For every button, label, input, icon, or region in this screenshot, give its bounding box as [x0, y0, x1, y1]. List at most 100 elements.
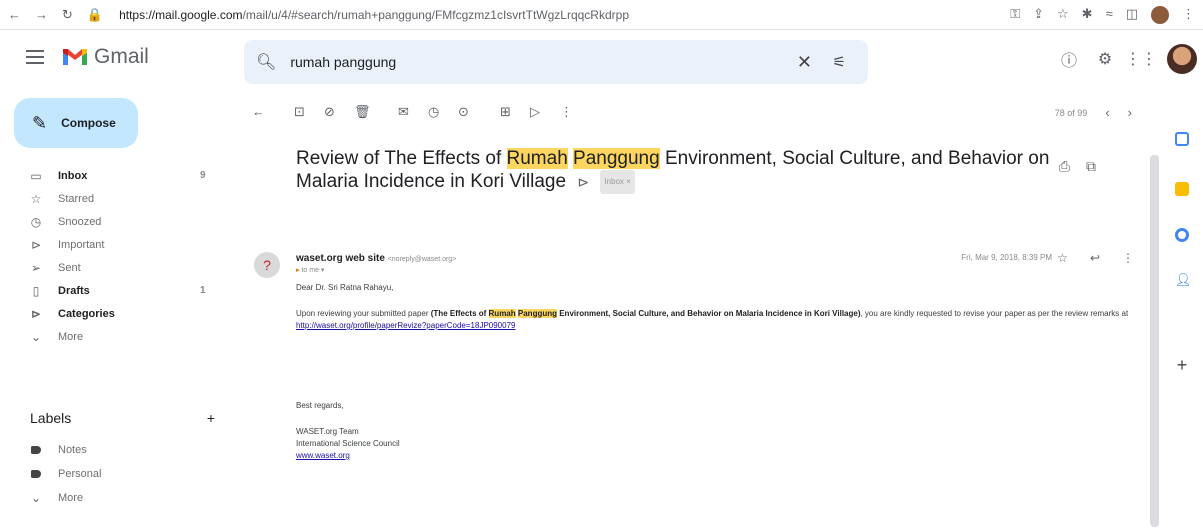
label-icon[interactable]: ▷	[530, 104, 540, 120]
older-icon[interactable]: ›	[1128, 105, 1132, 120]
apps-grid-icon[interactable]: ⋮⋮	[1123, 49, 1159, 69]
search-bar[interactable]: 🔍︎ rumah panggung ✕ ⚟	[244, 40, 868, 84]
extension-icon[interactable]: ✱	[1082, 6, 1093, 24]
labels-heading: Labels	[30, 410, 72, 426]
sender-email: <noreply@waset.org>	[387, 256, 457, 263]
recipient-line[interactable]: ▸ to me ▾	[296, 266, 324, 274]
settings-gear-icon[interactable]: ⚙	[1087, 49, 1123, 69]
calendar-icon[interactable]	[1175, 132, 1189, 146]
label-tag-icon	[31, 470, 41, 478]
extensions-bar: ⚿ ⇪ ☆ ✱ ≈ ◫ ⋮	[1010, 6, 1195, 24]
lock-icon[interactable]: 🔒	[87, 7, 103, 23]
revision-link[interactable]: http://waset.org/profile/paperRevize?pap…	[296, 321, 515, 330]
side-panel: 👤︎ +	[1162, 92, 1203, 532]
inbox-icon: ▭	[30, 168, 42, 183]
gmail-m-icon	[63, 49, 87, 65]
message-actions: ☆ ↩ ⋮	[1057, 251, 1134, 265]
print-icon[interactable]: ⎙	[1059, 158, 1070, 175]
header-actions: ⓘ ⚙ ⋮⋮	[1051, 44, 1203, 74]
labels-header: Labels +	[30, 410, 215, 426]
send-icon: ➢	[30, 260, 42, 275]
sidebar-item-drafts[interactable]: ▯ Drafts 1	[0, 279, 232, 302]
browser-profile-avatar[interactable]	[1151, 6, 1169, 24]
bookmark-star-icon[interactable]: ☆	[1057, 6, 1069, 24]
forward-icon[interactable]: →	[35, 7, 48, 23]
email-body: Dear Dr. Sri Ratna Rahayu, Upon reviewin…	[296, 282, 1156, 472]
star-message-icon[interactable]: ☆	[1057, 251, 1068, 265]
add-task-icon[interactable]: ⊙	[458, 104, 469, 120]
star-icon: ☆	[30, 191, 42, 206]
tasks-icon[interactable]	[1175, 228, 1189, 242]
sidebar-item-categories[interactable]: ⊳ Categories	[0, 302, 232, 325]
closing: Best regards,	[296, 401, 344, 410]
contacts-icon[interactable]: 👤︎	[1175, 272, 1192, 287]
search-highlight: Panggung	[573, 148, 660, 169]
search-highlight: Rumah	[506, 148, 568, 169]
body-paragraph: Upon reviewing your submitted paper (The…	[296, 309, 1129, 330]
search-input[interactable]: rumah panggung	[290, 54, 396, 70]
email-date: Fri, Mar 9, 2018, 8:39 PM	[961, 253, 1052, 262]
tab-split-icon[interactable]: ◫	[1126, 6, 1138, 24]
gmail-logo[interactable]: Gmail	[62, 45, 149, 69]
compose-label: Compose	[61, 116, 116, 130]
pencil-icon: ✎	[32, 112, 48, 133]
search-options-icon[interactable]: ⚟	[833, 53, 846, 71]
share-icon[interactable]: ⇪	[1033, 6, 1044, 24]
inbox-label-chip[interactable]: Inbox ×	[600, 170, 635, 194]
back-icon[interactable]: ←	[8, 7, 21, 23]
sidebar-item-inbox[interactable]: ▭ Inbox 9	[0, 164, 232, 187]
sender-line: waset.org web site <noreply@waset.org>	[296, 253, 456, 264]
key-icon[interactable]: ⚿	[1010, 6, 1020, 24]
sidebar-item-snoozed[interactable]: ◷ Snoozed	[0, 210, 232, 233]
open-new-window-icon[interactable]: ⧉	[1086, 158, 1096, 175]
account-avatar[interactable]	[1167, 44, 1197, 74]
more-options-icon[interactable]: ⋮	[560, 104, 573, 120]
important-marker-icon[interactable]: ⊳	[577, 174, 589, 190]
add-addon-icon[interactable]: +	[1175, 356, 1189, 374]
reading-list-icon[interactable]: ≈	[1106, 6, 1113, 24]
report-spam-icon[interactable]: ⊘	[324, 104, 335, 120]
archive-icon[interactable]: ⊡	[294, 104, 305, 120]
sidebar-item-starred[interactable]: ☆ Starred	[0, 187, 232, 210]
snooze-icon[interactable]: ◷	[428, 104, 439, 120]
chevron-down-icon: ⌄	[30, 491, 42, 505]
address-bar[interactable]: https://mail.google.com/mail/u/4/#search…	[119, 8, 959, 22]
search-icon[interactable]: 🔍︎	[256, 52, 276, 72]
label-item-more[interactable]: ⌄ More	[0, 486, 232, 510]
add-label-icon[interactable]: +	[207, 410, 215, 426]
clock-icon: ◷	[30, 214, 42, 229]
sidebar-item-sent[interactable]: ➢ Sent	[0, 256, 232, 279]
label-item-personal[interactable]: Personal	[0, 462, 232, 486]
main-menu-icon[interactable]	[26, 50, 44, 64]
gmail-header: Gmail 🔍︎ rumah panggung ✕ ⚟ ⓘ ⚙ ⋮⋮	[0, 30, 1203, 92]
compose-button[interactable]: ✎ Compose	[14, 98, 138, 148]
sidebar-item-important[interactable]: ⊳ Important	[0, 233, 232, 256]
pagination: 78 of 99 ‹ ›	[1055, 105, 1132, 120]
browser-menu-icon[interactable]: ⋮	[1182, 6, 1195, 24]
sidebar: ✎ Compose ▭ Inbox 9 ☆ Starred ◷ Snoozed …	[0, 92, 232, 532]
move-to-icon[interactable]: ⊞	[500, 104, 511, 120]
label-item-notes[interactable]: Notes	[0, 438, 232, 462]
keep-icon[interactable]	[1175, 182, 1189, 196]
labels-list: Notes Personal ⌄ More	[0, 438, 232, 510]
sidebar-item-more[interactable]: ⌄ More	[0, 325, 232, 348]
clear-search-icon[interactable]: ✕	[797, 52, 812, 73]
mark-unread-icon[interactable]: ✉	[398, 104, 409, 120]
message-toolbar: ← ⊡ ⊘ 🗑︎ ✉ ◷ ⊙ ⊞ ▷ ⋮ 78 of 99 ‹ ›	[232, 100, 1162, 126]
website-link[interactable]: www.waset.org	[296, 451, 350, 460]
message-more-icon[interactable]: ⋮	[1122, 251, 1134, 265]
scrollbar[interactable]	[1150, 155, 1159, 527]
label-important-icon: ⊳	[30, 237, 42, 252]
browser-toolbar: ← → ↻ 🔒 https://mail.google.com/mail/u/4…	[0, 0, 1203, 30]
reply-icon[interactable]: ↩	[1090, 251, 1100, 265]
folder-list: ▭ Inbox 9 ☆ Starred ◷ Snoozed ⊳ Importan…	[0, 164, 232, 348]
delete-icon[interactable]: 🗑︎	[354, 104, 371, 120]
help-icon[interactable]: ⓘ	[1051, 47, 1087, 71]
label-tag-icon	[31, 446, 41, 454]
drafts-count: 1	[200, 285, 206, 296]
back-to-list-icon[interactable]: ←	[252, 104, 265, 119]
newer-icon[interactable]: ‹	[1105, 105, 1109, 120]
signature: WASET.org Team International Science Cou…	[296, 427, 400, 460]
reload-icon[interactable]: ↻	[62, 7, 73, 23]
greeting: Dear Dr. Sri Ratna Rahayu,	[296, 283, 394, 292]
